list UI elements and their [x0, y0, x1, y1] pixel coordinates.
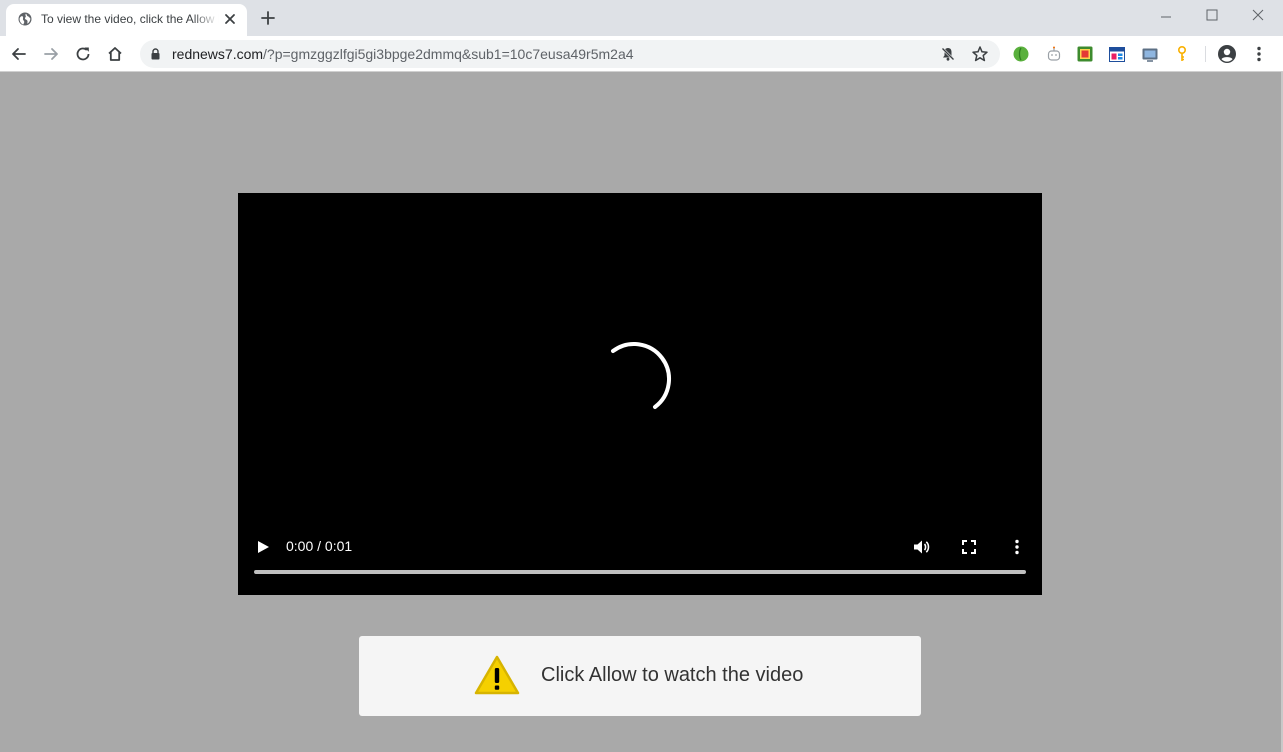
tab-strip: To view the video, click the Allow butto…: [0, 0, 1283, 36]
key-extension-icon: [1178, 45, 1187, 61]
robot-extension-button[interactable]: [1045, 45, 1063, 63]
back-button[interactable]: [8, 43, 30, 65]
green-square-extension-button[interactable]: [1076, 45, 1094, 63]
forward-arrow-icon: [44, 48, 58, 60]
home-icon: [108, 47, 122, 61]
lock-icon[interactable]: [150, 48, 161, 60]
toolbar-separator: [1205, 46, 1206, 62]
new-tab-plus-icon[interactable]: [259, 9, 277, 27]
tv-extension-icon: [1142, 48, 1158, 62]
key-extension-button[interactable]: [1173, 45, 1191, 63]
close-icon[interactable]: [222, 11, 238, 27]
green-square-extension-icon: [1077, 46, 1093, 62]
video-time: 0:00 / 0:01: [286, 538, 353, 554]
minimize-icon: [1161, 16, 1171, 18]
bell-off-icon: [941, 47, 955, 61]
video-progress-bar[interactable]: [254, 570, 1026, 574]
reload-button[interactable]: [72, 43, 94, 65]
more-vertical-icon: [1257, 46, 1261, 62]
globe-icon: [18, 12, 32, 26]
more-vertical-icon: [1015, 539, 1019, 555]
loading-spinner-icon: [611, 342, 671, 409]
browser-toolbar: rednews7.com/?p=gmzggzlfgi5gi3bpge2dmmq&…: [0, 36, 1283, 72]
maximize-button[interactable]: [1189, 0, 1235, 30]
minimize-button[interactable]: [1143, 0, 1189, 30]
home-button[interactable]: [104, 43, 126, 65]
allow-notice: Click Allow to watch the video: [359, 636, 921, 716]
green-circle-extension-button[interactable]: [1012, 45, 1030, 63]
notice-text: Click Allow to watch the video: [541, 664, 804, 686]
back-arrow-icon: [12, 48, 26, 60]
tv-extension-button[interactable]: [1141, 45, 1159, 63]
address-bar[interactable]: rednews7.com/?p=gmzggzlfgi5gi3bpge2dmmq&…: [140, 40, 1000, 68]
tab-title: To view the video, click the Allow butto…: [41, 12, 219, 26]
url-path: /?p=gmzggzlfgi5gi3bpge2dmmq&sub1=10c7eus…: [263, 46, 634, 62]
video-player[interactable]: 0:00 / 0:01: [238, 193, 1042, 595]
video-options-button[interactable]: [1006, 536, 1028, 558]
profile-button[interactable]: [1216, 43, 1238, 65]
account-circle-icon: [1218, 45, 1236, 63]
robot-extension-icon: [1047, 46, 1061, 61]
warning-icon: [474, 655, 520, 695]
calendar-extension-icon: [1109, 47, 1125, 62]
window-close-icon: [1252, 9, 1264, 21]
tab-active[interactable]: To view the video, click the Allow butto…: [6, 4, 247, 36]
calendar-extension-button[interactable]: [1108, 45, 1126, 63]
notifications-blocked-button[interactable]: [939, 45, 957, 63]
fullscreen-button[interactable]: [958, 536, 980, 558]
mute-button[interactable]: [910, 536, 932, 558]
browser-window: To view the video, click the Allow butto…: [0, 0, 1283, 752]
window-close-button[interactable]: [1235, 0, 1281, 30]
forward-button[interactable]: [40, 43, 62, 65]
reload-icon: [76, 47, 90, 61]
url-domain: rednews7.com: [172, 46, 264, 62]
play-icon[interactable]: [254, 538, 272, 556]
star-icon: [972, 46, 988, 62]
volume-icon: [914, 540, 930, 554]
browser-menu-button[interactable]: [1248, 43, 1270, 65]
green-circle-extension-icon: [1013, 46, 1029, 62]
url-text[interactable]: rednews7.com/?p=gmzggzlfgi5gi3bpge2dmmq&…: [172, 46, 634, 62]
fullscreen-icon: [962, 540, 976, 554]
bookmark-button[interactable]: [971, 45, 989, 63]
maximize-icon: [1206, 9, 1218, 21]
